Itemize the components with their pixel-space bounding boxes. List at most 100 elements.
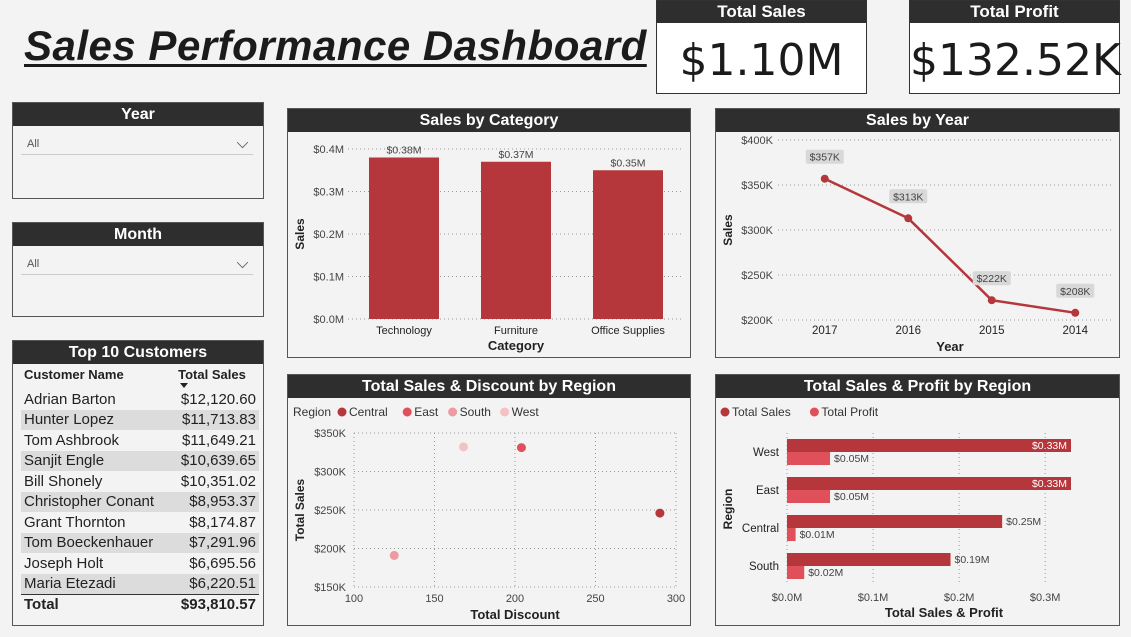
column-header-customer-name[interactable]: Customer Name: [21, 367, 170, 389]
scatter-point: [516, 443, 526, 453]
bar: [369, 157, 439, 319]
profit-bar: [787, 566, 805, 579]
x-axis-title: Category: [488, 338, 545, 353]
top-customers-title: Top 10 Customers: [13, 341, 263, 364]
x-tick-label: 100: [345, 593, 363, 605]
sales-by-year-chart: $200K $250K $300K $350K $400K $357K 2017 $313K 2…: [721, 135, 1112, 354]
bar-data-label: $0.01M: [800, 529, 835, 541]
legend-marker: [809, 407, 819, 417]
legend-marker: [448, 407, 458, 417]
y-axis-title: Total Sales: [293, 478, 307, 541]
legend-marker: [720, 407, 730, 417]
month-slicer-title: Month: [13, 223, 263, 246]
column-header-total-sales[interactable]: Total Sales: [170, 367, 259, 389]
table-row[interactable]: Maria Etezadi $6,220.51: [21, 573, 259, 594]
legend-marker: [500, 407, 510, 417]
customer-name-cell: Adrian Barton: [24, 390, 116, 408]
sales-bar: [787, 439, 1071, 452]
y-tick-label: $350K: [741, 180, 773, 192]
sales-bar: [787, 477, 1071, 490]
sales-by-year-title: Sales by Year: [716, 109, 1119, 132]
kpi-total-profit-label: Total Profit: [910, 1, 1119, 23]
x-tick-label: $0.0M: [772, 592, 803, 604]
y-tick-label: West: [753, 447, 780, 459]
customer-name-cell: Maria Etezadi: [21, 573, 171, 594]
sales-profit-region-title: Total Sales & Profit by Region: [716, 375, 1119, 398]
line-data-label: $313K: [893, 191, 923, 203]
y-tick-label: $0.0M: [313, 314, 344, 326]
x-tick-label: Office Supplies: [591, 325, 665, 337]
kpi-total-sales-value: $1.10M: [679, 35, 844, 86]
scatter-point: [655, 508, 665, 518]
table-row[interactable]: Joseph Holt $6,695.56: [21, 553, 259, 574]
total-sales-cell: $12,120.60: [180, 390, 256, 408]
legend-title: Region: [293, 405, 331, 419]
total-value-cell: $93,810.57: [170, 593, 259, 615]
table-row[interactable]: Bill Shonely $10,351.02: [21, 471, 259, 492]
sales-bar: [787, 553, 951, 566]
customer-name-cell: Tom Boeckenhauer: [21, 532, 171, 553]
table-row[interactable]: Sanjit Engle $10,639.65: [21, 450, 259, 471]
sort-descending-icon: [180, 383, 189, 388]
sales-by-category-panel: Sales by Category $0.0M $0.1M $0.2M $0.3M $0…: [287, 108, 691, 358]
x-axis-title: Year: [936, 339, 963, 354]
kpi-total-sales-label: Total Sales: [657, 1, 866, 23]
total-sales-cell: $8,174.87: [189, 513, 256, 531]
bar-data-label: $0.19M: [955, 554, 990, 566]
y-tick-label: South: [749, 561, 779, 573]
scatter-point: [458, 442, 468, 452]
total-sales-cell: $10,639.65: [170, 450, 259, 471]
customer-name-cell: Sanjit Engle: [21, 450, 171, 471]
page-title: Sales Performance Dashboard: [24, 22, 647, 69]
sales-line: [824, 177, 1076, 315]
legend-label: Total Profit: [821, 405, 878, 419]
sales-discount-region-chart: Region Central East South West $150K $200K $250…: [293, 405, 685, 622]
line-point: [904, 214, 913, 223]
kpi-total-sales[interactable]: Total Sales $1.10M: [656, 0, 867, 94]
year-slicer: Year All: [12, 102, 264, 199]
profit-bar: [787, 490, 831, 503]
top-customers-table-panel: Top 10 Customers Customer Name Total Sal…: [12, 340, 264, 626]
x-tick-label: $0.2M: [944, 592, 975, 604]
bar-data-label: $0.02M: [808, 567, 843, 579]
customer-name-cell: Joseph Holt: [24, 554, 104, 572]
column-header-total-sales-label: Total Sales: [178, 367, 246, 382]
x-tick-label: 2016: [895, 325, 921, 337]
year-dropdown[interactable]: All: [21, 135, 253, 155]
y-tick-label: $300K: [741, 225, 773, 237]
x-axis-title: Total Sales & Profit: [885, 605, 1004, 620]
bar-data-label: $0.33M: [1032, 440, 1067, 452]
sales-by-category-title: Sales by Category: [288, 109, 690, 132]
x-tick-label: $0.3M: [1030, 592, 1061, 604]
scatter-point: [389, 550, 399, 560]
customer-name-cell: Grant Thornton: [24, 513, 126, 531]
month-dropdown[interactable]: All: [21, 255, 253, 275]
x-tick-label: 150: [425, 593, 443, 605]
kpi-total-profit[interactable]: Total Profit $132.52K: [909, 0, 1121, 94]
customer-name-cell: Tom Ashbrook: [24, 431, 120, 449]
total-sales-cell: $6,220.51: [170, 573, 259, 594]
y-tick-label: $0.4M: [313, 144, 344, 156]
table-row[interactable]: Grant Thornton $8,174.87: [21, 512, 259, 533]
kpi-total-profit-value: $132.52K: [910, 35, 1121, 86]
x-tick-label: Furniture: [494, 325, 538, 337]
sales-profit-region-chart: Total Sales Total Profit $0.0M $0.1M $0.2M $0…: [720, 405, 1071, 620]
table-row[interactable]: Adrian Barton $12,120.60: [21, 389, 259, 410]
table-row[interactable]: Tom Ashbrook $11,649.21: [21, 430, 259, 451]
y-tick-label: $0.3M: [313, 187, 344, 199]
table-row[interactable]: Hunter Lopez $11,713.83: [21, 409, 259, 430]
sales-bar: [787, 515, 1003, 528]
y-tick-label: Central: [742, 523, 779, 535]
y-tick-label: $250K: [741, 270, 773, 282]
top-customers-table: Customer Name Total Sales Adrian Barton $…: [21, 367, 259, 615]
bar: [481, 161, 551, 319]
y-tick-label: $0.1M: [313, 272, 344, 284]
table-total-row: Total $93,810.57: [21, 593, 259, 615]
line-point: [820, 174, 829, 183]
legend-label: East: [414, 405, 439, 419]
customer-name-cell: Hunter Lopez: [21, 409, 171, 430]
y-tick-label: $200K: [741, 315, 773, 327]
chevron-down-icon: [236, 256, 249, 269]
table-row[interactable]: Christopher Conant $8,953.37: [21, 491, 259, 512]
table-row[interactable]: Tom Boeckenhauer $7,291.96: [21, 532, 259, 553]
